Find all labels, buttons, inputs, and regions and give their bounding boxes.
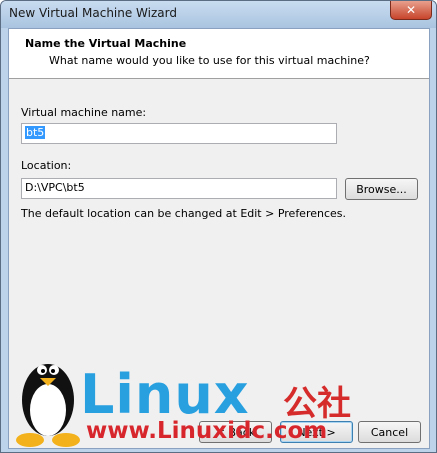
default-location-note: The default location can be changed at E… — [21, 207, 347, 220]
page-subtitle: What name would you like to use for this… — [49, 54, 370, 67]
location-value: D:\VPC\bt5 — [25, 181, 85, 194]
browse-button[interactable]: Browse... — [345, 178, 418, 200]
vm-name-value: bt5 — [25, 126, 46, 139]
location-input[interactable]: D:\VPC\bt5 — [21, 178, 337, 199]
close-icon: ✕ — [405, 3, 417, 17]
cancel-button[interactable]: Cancel — [358, 421, 421, 443]
vm-name-label: Virtual machine name: — [21, 106, 147, 119]
watermark-brand: Linux — [80, 363, 250, 426]
page-title: Name the Virtual Machine — [25, 37, 187, 50]
wizard-header: Name the Virtual Machine What name would… — [9, 29, 429, 79]
location-label: Location: — [21, 159, 72, 172]
title-bar[interactable]: New Virtual Machine Wizard ✕ — [1, 1, 436, 28]
window-title: New Virtual Machine Wizard — [9, 6, 177, 20]
vm-name-input[interactable]: bt5 — [21, 123, 337, 144]
watermark-url: www.Linuxidc.com — [86, 418, 328, 444]
close-button[interactable]: ✕ — [390, 1, 432, 20]
